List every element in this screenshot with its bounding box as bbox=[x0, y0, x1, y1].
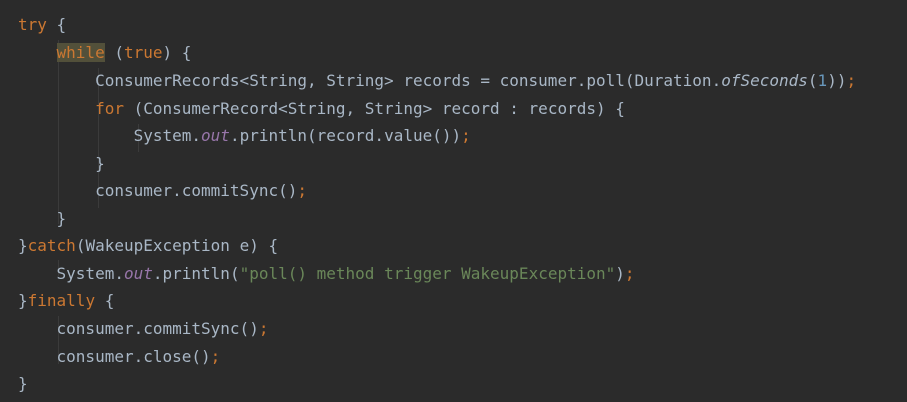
code-token: consumer.commitSync() bbox=[18, 319, 259, 338]
code-token: while bbox=[56, 43, 105, 62]
code-token: try bbox=[18, 15, 47, 34]
code-token: ; bbox=[846, 71, 857, 90]
code-token: .println( bbox=[152, 264, 240, 283]
code-token: )) bbox=[827, 71, 847, 90]
code-token: } bbox=[18, 291, 28, 310]
code-token: consumer.close() bbox=[18, 347, 211, 366]
code-token: ) bbox=[615, 264, 625, 283]
code-token: ( bbox=[807, 71, 818, 90]
code-token: ConsumerRecords<String, String> records … bbox=[18, 71, 722, 90]
code-token: ) { bbox=[162, 43, 192, 62]
code-token: ofSeconds bbox=[721, 71, 808, 90]
code-token: .println(record.value()) bbox=[229, 126, 462, 145]
code-line[interactable]: System.out.println("poll() method trigge… bbox=[18, 260, 635, 288]
code-token: (ConsumerRecord<String, String> record :… bbox=[123, 99, 625, 118]
code-token: } bbox=[18, 209, 67, 228]
code-token: consumer.commitSync() bbox=[18, 181, 298, 200]
code-token: ; bbox=[210, 347, 221, 366]
code-line[interactable]: }finally { bbox=[18, 287, 114, 315]
code-token: 1 bbox=[817, 71, 828, 90]
code-token: System. bbox=[18, 264, 124, 283]
code-token: out bbox=[201, 126, 230, 145]
code-line[interactable]: } bbox=[18, 150, 105, 178]
code-token: ( bbox=[104, 43, 124, 62]
code-line[interactable]: }catch(WakeupException e) { bbox=[18, 232, 278, 260]
code-line[interactable]: } bbox=[18, 205, 67, 233]
code-token: ; bbox=[624, 264, 635, 283]
code-editor[interactable]: try { while (true) { ConsumerRecords<Str… bbox=[0, 0, 907, 402]
code-token: } bbox=[18, 236, 28, 255]
code-line[interactable]: ConsumerRecords<String, String> records … bbox=[18, 67, 856, 95]
code-token: out bbox=[123, 264, 153, 283]
code-token: (WakeupException e) { bbox=[75, 236, 279, 255]
code-line[interactable]: while (true) { bbox=[18, 39, 191, 67]
code-line[interactable]: for (ConsumerRecord<String, String> reco… bbox=[18, 95, 625, 123]
code-line[interactable]: } bbox=[18, 370, 28, 398]
code-token: "poll() method trigger WakeupException" bbox=[239, 264, 616, 283]
code-line[interactable]: System.out.println(record.value()); bbox=[18, 122, 471, 150]
code-token: { bbox=[46, 15, 67, 34]
code-line[interactable]: consumer.close(); bbox=[18, 343, 221, 371]
code-token: { bbox=[95, 291, 115, 310]
code-token: finally bbox=[27, 291, 96, 310]
code-token: ; bbox=[297, 181, 307, 200]
code-line[interactable]: consumer.commitSync(); bbox=[18, 177, 307, 205]
code-token: } bbox=[18, 154, 105, 173]
code-token: for bbox=[95, 99, 124, 118]
code-token: } bbox=[18, 374, 28, 393]
code-token: System. bbox=[18, 126, 202, 145]
code-token: catch bbox=[27, 236, 76, 255]
code-token: true bbox=[123, 43, 163, 62]
code-token: ; bbox=[461, 126, 471, 145]
code-token: ; bbox=[258, 319, 269, 338]
code-line[interactable]: try { bbox=[18, 11, 66, 39]
code-line[interactable]: consumer.commitSync(); bbox=[18, 315, 269, 343]
